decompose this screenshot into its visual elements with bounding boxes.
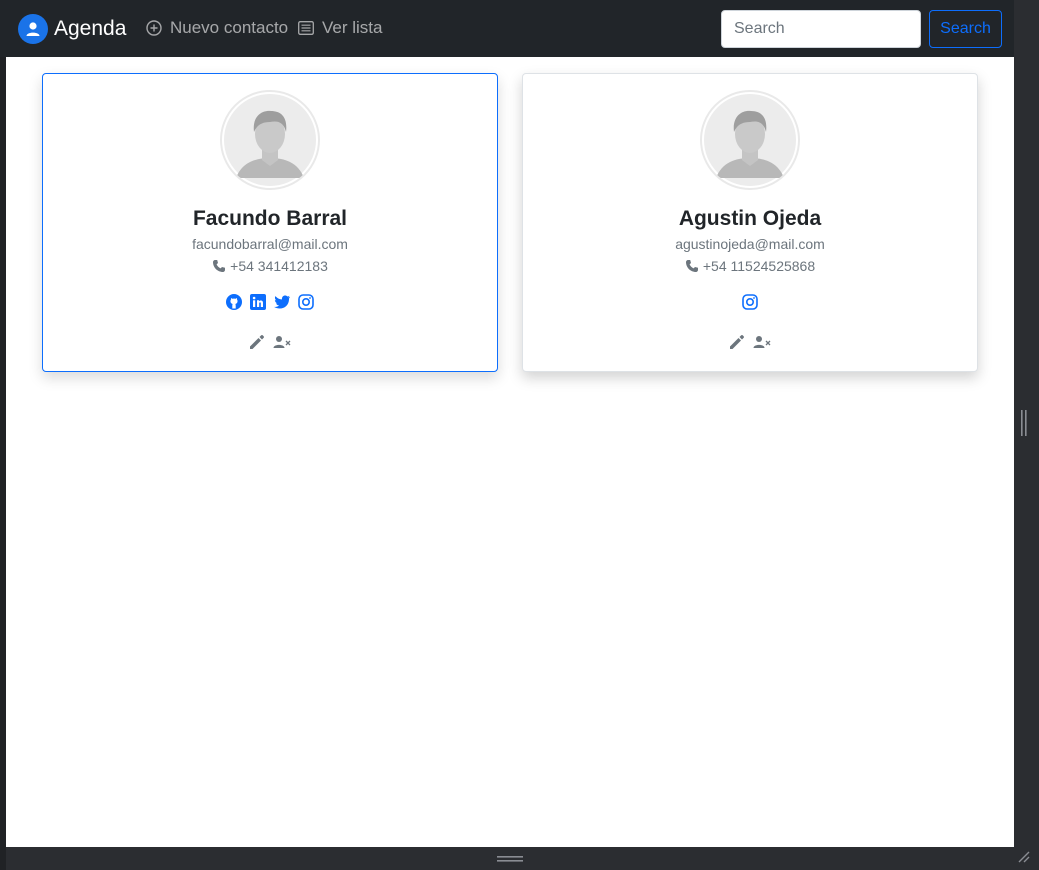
avatar — [700, 90, 800, 190]
contacts-grid: Facundo Barral facundobarral@mail.com +5… — [6, 57, 1014, 847]
contact-email: facundobarral@mail.com — [192, 236, 348, 252]
nav-new-contact-link[interactable]: Nuevo contacto — [146, 18, 288, 38]
edit-pencil-icon[interactable] — [729, 334, 745, 350]
contact-name: Agustin Ojeda — [678, 207, 822, 230]
contact-email: agustinojeda@mail.com — [675, 236, 825, 252]
social-links — [523, 294, 977, 310]
vertical-resize-grip-icon[interactable] — [1020, 410, 1028, 436]
search-input[interactable] — [721, 10, 921, 48]
nav-list-view-label: Ver lista — [322, 18, 383, 37]
linkedin-icon[interactable] — [250, 294, 266, 310]
card-actions — [43, 334, 497, 350]
horizontal-resize-grip-icon[interactable] — [497, 855, 523, 863]
social-links — [43, 294, 497, 310]
default-avatar-icon — [704, 94, 796, 186]
instagram-icon[interactable] — [742, 294, 758, 310]
card-actions — [523, 334, 977, 350]
brand[interactable]: Agenda — [18, 14, 126, 44]
twitter-icon[interactable] — [274, 294, 290, 310]
contact-card[interactable]: Facundo Barral facundobarral@mail.com +5… — [42, 73, 498, 372]
remove-user-icon[interactable] — [273, 334, 291, 350]
window-resize-corner-icon[interactable] — [1017, 850, 1031, 864]
user-circle-icon — [18, 14, 48, 44]
edit-pencil-icon[interactable] — [249, 334, 265, 350]
github-icon[interactable] — [226, 294, 242, 310]
search-button[interactable]: Search — [929, 10, 1002, 48]
avatar — [220, 90, 320, 190]
contact-phone: +54 341412183 — [43, 258, 497, 274]
contact-card[interactable]: Agustin Ojeda agustinojeda@mail.com +54 … — [522, 73, 978, 372]
contact-name: Facundo Barral — [192, 207, 348, 230]
nav-list-view-link[interactable]: Ver lista — [298, 18, 382, 38]
remove-user-icon[interactable] — [753, 334, 771, 350]
instagram-icon[interactable] — [298, 294, 314, 310]
plus-circle-icon — [146, 20, 162, 36]
contact-phone-number: +54 341412183 — [230, 258, 328, 274]
list-card-icon — [298, 21, 314, 35]
phone-icon — [685, 260, 698, 272]
brand-title: Agenda — [54, 17, 127, 40]
nav-new-contact-label: Nuevo contacto — [170, 18, 289, 37]
phone-icon — [213, 260, 226, 272]
contact-phone-number: +54 11524525868 — [702, 258, 816, 274]
default-avatar-icon — [224, 94, 316, 186]
contact-phone: +54 11524525868 — [523, 258, 977, 274]
top-navbar: Agenda Nuevo contacto Ver lista Search — [0, 0, 1014, 57]
